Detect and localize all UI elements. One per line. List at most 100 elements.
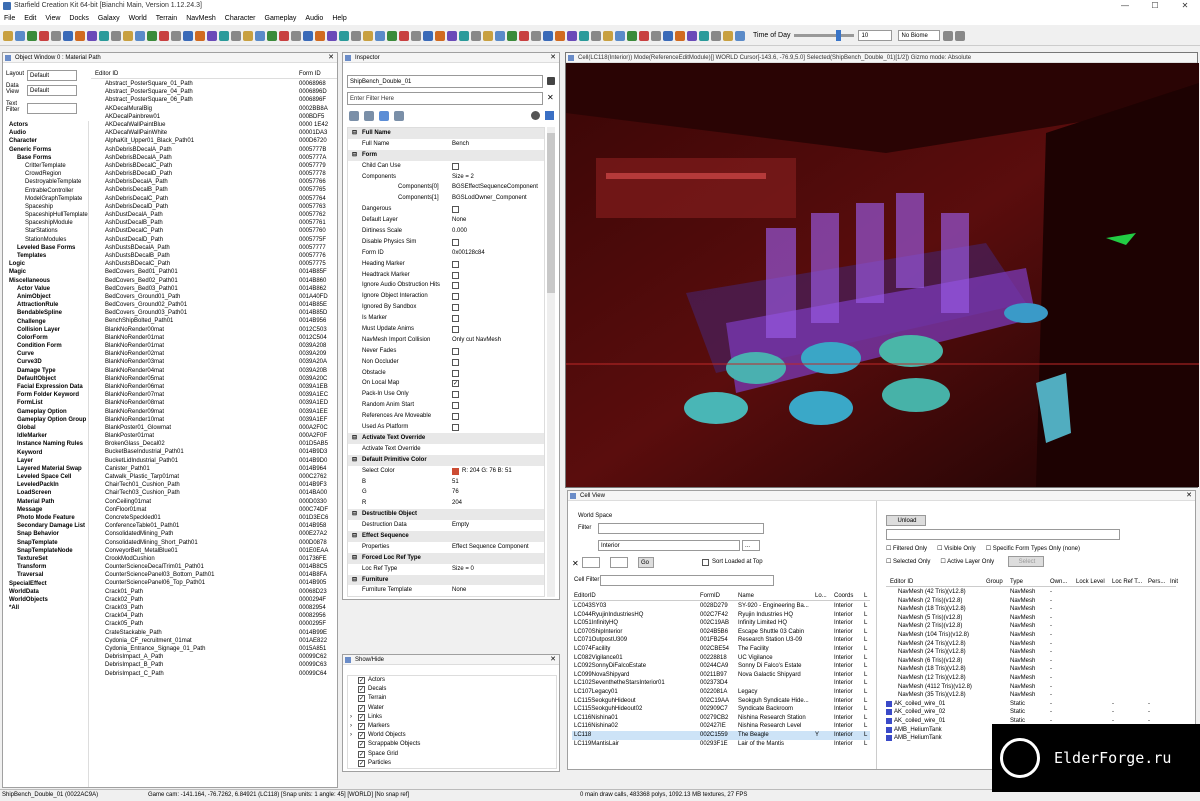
toolbar-tool-icon[interactable]	[279, 30, 289, 41]
list-item[interactable]: BucketBaseIndustrial_Path01 0014B9D3	[91, 448, 337, 456]
close-icon[interactable]: ✕	[1170, 0, 1200, 12]
property-checkbox[interactable]	[452, 369, 459, 377]
collapse-icon[interactable]: ⊟	[352, 433, 357, 444]
property-checkbox[interactable]	[452, 293, 459, 301]
show-hide-item[interactable]: ✓ Space Grid	[348, 750, 556, 759]
property-row[interactable]: Random Anim Start	[348, 400, 544, 411]
list-item[interactable]: BlankNoRender01mat 0012C504	[91, 334, 337, 342]
tree-item[interactable]: CritterTemplate	[3, 162, 88, 170]
table-row[interactable]: LC116Nishina02 002427IE Nishina Research L…	[572, 722, 870, 731]
show-hide-checkbox[interactable]: ✓	[358, 677, 365, 684]
table-row[interactable]: LC118 002C1559 The Beagle Y Interior L	[572, 730, 870, 740]
tree-item[interactable]: Snap Behavior	[3, 530, 88, 538]
sort-loaded-checkbox[interactable]	[702, 559, 709, 566]
toolbar-tool-icon[interactable]	[591, 30, 601, 41]
active-layer-checkbox[interactable]: ☐ Active Layer Only	[940, 558, 994, 565]
tree-item[interactable]: Challenge	[3, 318, 88, 326]
toolbar-tool-icon[interactable]	[15, 30, 25, 41]
toolbar-tool-icon[interactable]	[411, 30, 421, 41]
property-checkbox[interactable]	[452, 391, 459, 399]
show-hide-item[interactable]: ✓ Terrain	[348, 694, 556, 703]
collapse-icon[interactable]	[364, 111, 374, 121]
toolbar-tool-icon[interactable]	[159, 30, 169, 41]
property-row[interactable]: Is Marker	[348, 313, 544, 324]
property-row[interactable]: NavMesh Import Collision Only cut NavMesh	[348, 335, 544, 346]
property-checkbox[interactable]	[452, 315, 459, 323]
property-section[interactable]: ⊟ Full Name	[348, 128, 544, 139]
toolbar-tool-icon[interactable]	[111, 30, 121, 41]
ref-filter-input[interactable]	[886, 529, 1120, 540]
text-filter-input[interactable]	[27, 103, 77, 114]
tree-item[interactable]: Logic	[3, 260, 88, 268]
toolbar-tool-icon[interactable]	[519, 30, 529, 41]
property-checkbox[interactable]	[452, 326, 459, 334]
go-button[interactable]: Go	[638, 557, 654, 568]
cell-col-header[interactable]: Name	[738, 591, 754, 601]
list-item[interactable]: Canister_Path01 0014B964	[91, 465, 337, 473]
toolbar-tool-icon[interactable]	[627, 30, 637, 41]
tree-item[interactable]: Generic Forms	[3, 146, 88, 154]
property-checkbox[interactable]	[452, 413, 459, 421]
list-item[interactable]: CounterSciencePanel03_Bottom_Path01 0014B…	[91, 571, 337, 579]
close-icon[interactable]: ✕	[328, 53, 334, 63]
list-item[interactable]: AshDebrisBDecalA_Path 0005777B	[91, 146, 337, 154]
property-section[interactable]: ⊟ Destructible Object	[348, 509, 544, 521]
menu-navmesh[interactable]: NavMesh	[186, 15, 216, 22]
list-item[interactable]: AKDecalWallPainWhite 00001DA3	[91, 129, 337, 137]
specific-form-checkbox[interactable]: ☐ Specific Form Types Only (none)	[986, 545, 1080, 552]
list-item[interactable]: AKDecalMuralBig 0002BB8A	[91, 105, 337, 113]
list-item[interactable]: ConFloor01mat 000C74DF	[91, 506, 337, 514]
tree-item[interactable]: DefaultObject	[3, 375, 88, 383]
property-row[interactable]: Ignore Object Interaction	[348, 291, 544, 302]
tree-item[interactable]: Message	[3, 506, 88, 514]
menu-character[interactable]: Character	[225, 15, 256, 22]
cell-col-header[interactable]: FormID	[700, 591, 720, 601]
tree-item[interactable]: TextureSet	[3, 555, 88, 563]
show-hide-item[interactable]: ✓ Decals	[348, 685, 556, 694]
tree-item[interactable]: Damage Type	[3, 367, 88, 375]
list-item[interactable]: AshDustsBDecalB_Path 00057776	[91, 252, 337, 260]
table-row[interactable]: NavMesh (2 Tris)(v12.8) NavMesh -	[886, 622, 1176, 631]
time-input[interactable]: 10	[858, 30, 893, 41]
toolbar-tool-icon[interactable]	[75, 30, 85, 41]
list-item[interactable]: AshDebrisBDecalD_Path 00057778	[91, 170, 337, 178]
toolbar-tool-icon[interactable]	[699, 30, 709, 41]
list-item[interactable]: BedCovers_Ground01_Path 001A40FD	[91, 293, 337, 301]
list-item[interactable]: BlankNoRender09mat 0039A1EE	[91, 408, 337, 416]
toolbar-tool-icon[interactable]	[375, 30, 385, 41]
ref-col-header[interactable]: Type	[1010, 577, 1023, 587]
show-hide-item[interactable]: › ✓ Markers	[348, 722, 556, 731]
show-hide-checkbox[interactable]: ✓	[358, 732, 365, 740]
property-row[interactable]: Non Occluder	[348, 357, 544, 368]
table-row[interactable]: LC044RyujinIndustriesHQ 002C7F42 Ryujin In…	[572, 611, 870, 620]
table-row[interactable]: NavMesh (42 Tris)(v12.8) NavMesh -	[886, 588, 1176, 597]
close-icon[interactable]: ✕	[550, 655, 556, 665]
tree-item[interactable]: Gameplay Option	[3, 408, 88, 416]
select-button[interactable]: Select	[1008, 556, 1044, 567]
property-row[interactable]: Activate Text Override	[348, 444, 544, 455]
tree-item[interactable]: FormList	[3, 399, 88, 407]
tree-item[interactable]: SnapTemplateNode	[3, 547, 88, 555]
list-item[interactable]: AshDustDecalC_Path 00057760	[91, 227, 337, 235]
tree-item[interactable]: Base Forms	[3, 154, 88, 162]
toolbar-tool-icon[interactable]	[423, 30, 433, 41]
toolbar-tool-icon[interactable]	[399, 30, 409, 41]
list-item[interactable]: BedCovers_Ground03_Path01 0014B85D	[91, 309, 337, 317]
cell-col-header[interactable]: EditorID	[574, 591, 596, 601]
visible-only-checkbox[interactable]: ☐ Visible Only	[937, 545, 976, 552]
list-item[interactable]: DebrisImpact_B_Path 00099C63	[91, 661, 337, 669]
toolbar-tool-icon[interactable]	[183, 30, 193, 41]
list-item[interactable]: ConcreteSpeckled01 001D3EC6	[91, 514, 337, 522]
table-row[interactable]: NavMesh (4112 Tris)(v12.8) NavMesh -	[886, 683, 1176, 692]
list-item[interactable]: BedCovers_Bed02_Path01 0014B860	[91, 277, 337, 285]
property-row[interactable]: Components[1] BGSLodOwner_Component	[348, 193, 544, 204]
toolbar-tool-icon[interactable]	[27, 30, 37, 41]
list-item[interactable]: Abstract_PosterSquare_06_Path 0006896F	[91, 96, 337, 104]
list-item[interactable]: BlankPoster01_Glowmat 000A2F0C	[91, 424, 337, 432]
list-item[interactable]: Abstract_PosterSquare_01_Path 00068968	[91, 80, 337, 88]
property-section[interactable]: ⊟ Forced Loc Ref Type	[348, 552, 544, 564]
list-item[interactable]: BlankNoRender08mat 0039A1ED	[91, 399, 337, 407]
tree-item[interactable]: SpaceshipHullTemplate	[3, 211, 88, 219]
list-item[interactable]: BlankNoRender01mat 0039A208	[91, 342, 337, 350]
col-editor-id[interactable]: Editor ID	[95, 69, 118, 79]
